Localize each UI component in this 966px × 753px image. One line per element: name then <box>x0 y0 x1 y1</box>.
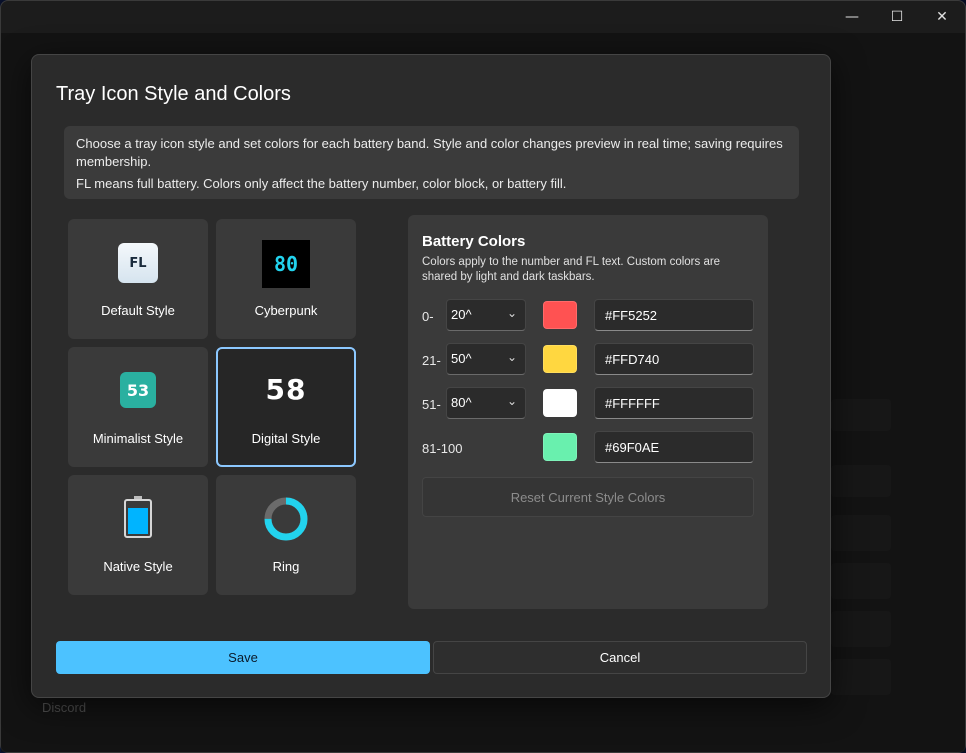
hex-color-input[interactable] <box>594 299 754 331</box>
style-tile-ring[interactable]: Ring <box>216 475 356 595</box>
color-swatch[interactable] <box>543 433 577 461</box>
color-swatch[interactable] <box>543 345 577 373</box>
minimalist-icon: 53 <box>120 372 156 408</box>
maximize-icon: ☐ <box>890 9 904 25</box>
digital-icon: 58 <box>265 373 307 406</box>
chevron-down-icon: ⌄ <box>506 394 517 408</box>
cyberpunk-icon: 80 <box>262 240 310 288</box>
chevron-down-icon: ⌄ <box>506 306 517 320</box>
chevron-down-icon: ⌄ <box>506 350 517 364</box>
band-start-label: 81-100 <box>422 441 463 456</box>
band-start-label: 51- <box>422 397 441 412</box>
band-end-combobox[interactable]: 50^ ⌄ <box>446 343 526 375</box>
style-tile-default[interactable]: FL Default Style <box>68 219 208 339</box>
info-text: FL means full battery. Colors only affec… <box>76 176 567 191</box>
style-tile-label: Digital Style <box>251 431 321 446</box>
color-swatch[interactable] <box>543 301 577 329</box>
ring-icon <box>264 497 308 541</box>
band-start-label: 21- <box>422 353 441 368</box>
save-button[interactable]: Save <box>56 641 430 674</box>
band-end-value: 50 <box>451 351 466 366</box>
hex-color-input[interactable] <box>594 343 754 375</box>
cancel-button[interactable]: Cancel <box>433 641 807 674</box>
minimize-icon: — <box>845 9 859 25</box>
band-end-value: 20 <box>451 307 466 322</box>
style-tile-label: Native Style <box>103 559 173 574</box>
style-tile-cyberpunk[interactable]: 80 Cyberpunk <box>216 219 356 339</box>
color-swatch[interactable] <box>543 389 577 417</box>
spin-up-icon: ^ <box>465 395 472 410</box>
info-box: Choose a tray icon style and set colors … <box>64 126 799 199</box>
band-end-combobox[interactable]: 80^ ⌄ <box>446 387 526 419</box>
style-tile-label: Ring <box>272 559 300 574</box>
style-tile-native[interactable]: Native Style <box>68 475 208 595</box>
band-end-value: 80 <box>451 395 466 410</box>
battery-icon <box>124 496 152 538</box>
hex-color-input[interactable] <box>594 431 754 463</box>
close-icon: ✕ <box>936 9 948 25</box>
panel-title: Battery Colors <box>422 233 526 250</box>
spin-up-icon: ^ <box>465 307 472 322</box>
dialog-title: Tray Icon Style and Colors <box>56 83 291 105</box>
style-tile-label: Default Style <box>101 303 175 318</box>
battery-colors-panel: Battery Colors Colors apply to the numbe… <box>408 215 768 609</box>
band-end-combobox[interactable]: 20^ ⌄ <box>446 299 526 331</box>
fl-badge-icon: FL <box>118 243 158 283</box>
style-tile-minimalist[interactable]: 53 Minimalist Style <box>68 347 208 467</box>
style-tile-label: Cyberpunk <box>254 303 318 318</box>
style-tile-label: Minimalist Style <box>92 431 184 446</box>
hex-color-input[interactable] <box>594 387 754 419</box>
band-start-label: 0- <box>422 309 434 324</box>
reset-colors-button[interactable]: Reset Current Style Colors <box>422 477 754 517</box>
style-tile-digital[interactable]: 58 Digital Style <box>216 347 356 467</box>
close-window-button[interactable]: ✕ <box>919 5 965 29</box>
panel-description: Colors apply to the number and FL text. … <box>422 256 721 283</box>
tray-icon-dialog: Tray Icon Style and Colors Choose a tray… <box>31 54 831 698</box>
minimize-button[interactable]: — <box>829 5 875 29</box>
maximize-button[interactable]: ☐ <box>874 5 920 29</box>
info-text: Choose a tray icon style and set colors … <box>76 136 783 169</box>
spin-up-icon: ^ <box>465 351 472 366</box>
